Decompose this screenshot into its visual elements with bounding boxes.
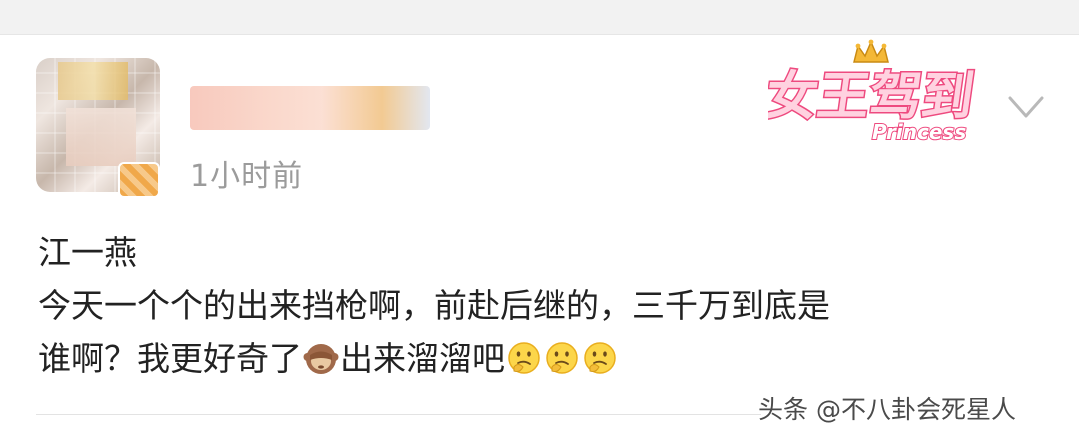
post-content-line-3-part-1: 谁啊？我更好奇了 <box>38 339 302 378</box>
post-content-line-3-part-2: 出来溜溜吧 <box>340 339 505 378</box>
post-content: 江一燕 今天一个个的出来挡枪啊，前赴后继的，三千万到底是 谁啊？我更好奇了 出来… <box>38 226 1038 385</box>
post-timestamp: 1小时前 <box>190 159 304 194</box>
post-content-line-3: 谁啊？我更好奇了 出来溜溜吧 <box>38 332 1038 385</box>
thinking-face-icon <box>546 342 578 374</box>
princess-badge-icon: 女王驾到 Princess <box>768 39 979 145</box>
crown-icon <box>853 39 889 63</box>
vip-badge-icon <box>118 162 160 198</box>
avatar-face-blur <box>66 108 136 166</box>
username-blurred[interactable] <box>190 86 430 130</box>
avatar-crown-blur <box>58 62 128 100</box>
post-divider <box>36 414 761 415</box>
chevron-down-icon[interactable] <box>1006 90 1046 126</box>
see-no-evil-monkey-icon <box>303 344 339 374</box>
thinking-face-icon <box>508 342 540 374</box>
watermark-text: 头条 @不八卦会死星人 <box>758 395 1016 424</box>
top-separator-strip <box>0 0 1079 35</box>
post-content-line-1: 江一燕 <box>38 233 137 272</box>
badge-sub-text: Princess <box>872 120 966 144</box>
post-content-line-2: 今天一个个的出来挡枪啊，前赴后继的，三千万到底是 <box>38 286 830 325</box>
weibo-post-screen: 1小时前 女王驾到 Princess 江一燕 今天一个个的出来挡枪啊，前赴后继的… <box>0 0 1079 438</box>
thinking-face-icon <box>584 342 616 374</box>
badge-main-text: 女王驾到 <box>768 67 978 127</box>
